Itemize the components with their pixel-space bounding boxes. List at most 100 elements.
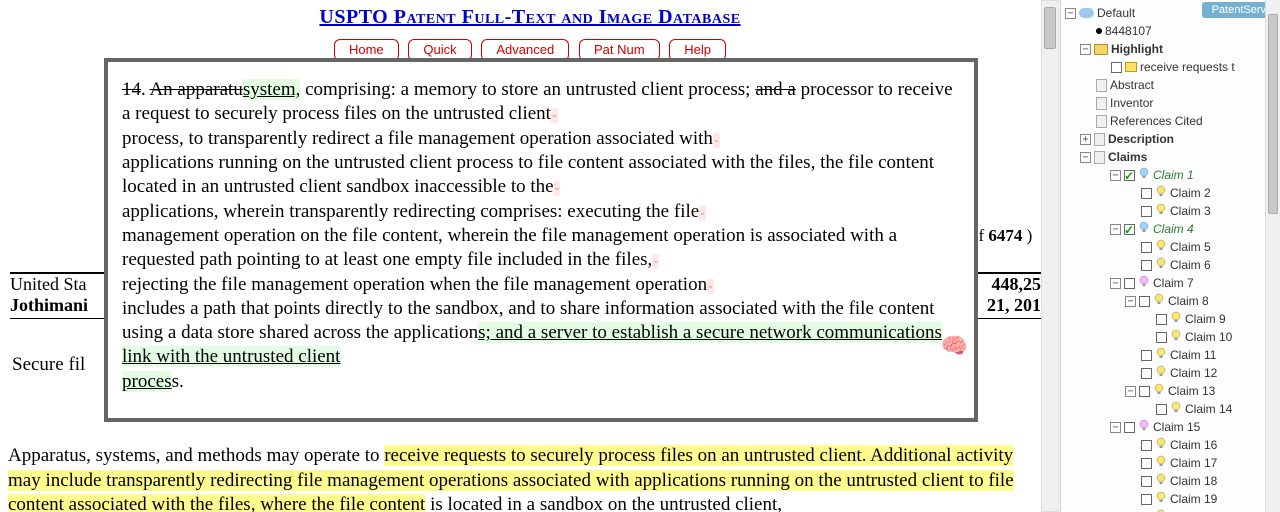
bulb-icon [1155, 346, 1167, 364]
tree-claim-item[interactable]: Claim 16 [1065, 436, 1278, 454]
page-icon [1096, 79, 1107, 92]
bullet-icon [1096, 28, 1102, 34]
tree-claim-item[interactable]: Claim 19 [1065, 490, 1278, 508]
bulb-icon [1155, 472, 1167, 490]
checkbox[interactable] [1141, 476, 1152, 487]
page-icon [1096, 115, 1107, 128]
bulb-icon [1138, 418, 1150, 436]
claim-label: Claim 2 [1170, 184, 1211, 202]
line-marker: - [713, 133, 720, 148]
checkbox[interactable] [1124, 170, 1135, 181]
line-marker: - [554, 181, 561, 196]
tree-claim-item[interactable]: Claim 11 [1065, 346, 1278, 364]
inventor-name: Jothimani [10, 295, 88, 316]
patent-title-partial: Secure fil [12, 354, 85, 376]
tree-claim-item[interactable]: −Claim 13 [1065, 382, 1278, 400]
database-title-link[interactable]: USPTO Patent Full-Text and Image Databas… [8, 6, 1052, 29]
checkbox[interactable] [1141, 188, 1152, 199]
checkbox[interactable] [1139, 296, 1150, 307]
tree-claim-item[interactable]: Claim 10 [1065, 328, 1278, 346]
main-content: USPTO Patent Full-Text and Image Databas… [0, 0, 1060, 512]
tree-claim-item[interactable]: Claim 18 [1065, 472, 1278, 490]
bulb-icon [1138, 220, 1150, 238]
tree-claim-item[interactable]: Claim 9 [1065, 310, 1278, 328]
line-marker: - [551, 108, 558, 123]
tree-claim-item[interactable]: Claim 14 [1065, 400, 1278, 418]
bulb-icon [1155, 184, 1167, 202]
bulb-icon [1155, 508, 1167, 512]
claim-label: Claim 9 [1185, 310, 1226, 328]
claim-label: Claim 12 [1170, 364, 1217, 382]
claim-label: Claim 17 [1170, 454, 1217, 472]
tree-claim-item[interactable]: Claim 17 [1065, 454, 1278, 472]
checkbox[interactable] [1141, 440, 1152, 451]
main-scrollbar[interactable] [1041, 0, 1059, 512]
tree-claim-item[interactable]: Claim 12 [1065, 364, 1278, 382]
checkbox[interactable] [1141, 242, 1152, 253]
checkbox[interactable] [1139, 386, 1150, 397]
checkbox[interactable] [1124, 224, 1135, 235]
tree-claim-item[interactable]: −Claim 1 [1065, 166, 1278, 184]
claim-diff-overlay: 14. An apparatusystem, comprising: a mem… [104, 58, 978, 422]
checkbox[interactable] [1141, 494, 1152, 505]
bulb-icon [1138, 166, 1150, 184]
page-icon [1094, 151, 1105, 164]
tree-highlight-item[interactable]: receive requests t [1065, 58, 1278, 76]
checkbox[interactable] [1156, 314, 1167, 325]
claim-label: Claim 18 [1170, 472, 1217, 490]
claim-label: Claim 19 [1170, 490, 1217, 508]
tree-claim-item[interactable]: Claim 20 [1065, 508, 1278, 512]
checkbox[interactable] [1124, 278, 1135, 289]
tree-abstract[interactable]: Abstract [1065, 76, 1278, 94]
checkbox[interactable] [1141, 368, 1152, 379]
assignee-left: United Sta [10, 274, 87, 295]
inserted-text: system, [243, 79, 301, 100]
strike-text: An apparatu [149, 79, 242, 100]
tree-claim-item[interactable]: −Claim 7 [1065, 274, 1278, 292]
tree-patent-number[interactable]: 8448107 [1065, 22, 1278, 40]
tree-description[interactable]: +Description [1065, 130, 1278, 148]
tree-claim-item[interactable]: Claim 5 [1065, 238, 1278, 256]
tree-claim-item[interactable]: −Claim 8 [1065, 292, 1278, 310]
claim-label: Claim 14 [1185, 400, 1232, 418]
bulb-icon [1155, 436, 1167, 454]
bulb-icon [1155, 364, 1167, 382]
checkbox[interactable] [1141, 458, 1152, 469]
checkbox[interactable] [1141, 206, 1152, 217]
tree-claim-item[interactable]: Claim 3 [1065, 202, 1278, 220]
claim-label: Claim 10 [1185, 328, 1232, 346]
checkbox[interactable] [1156, 332, 1167, 343]
bulb-icon [1138, 274, 1150, 292]
tree-claims[interactable]: −Claims [1065, 148, 1278, 166]
bulb-icon [1170, 328, 1182, 346]
claim-label: Claim 15 [1153, 418, 1200, 436]
side-scrollbar[interactable] [1265, 0, 1280, 512]
tree-claim-item[interactable]: −Claim 4 [1065, 220, 1278, 238]
line-marker: - [707, 279, 714, 294]
tree-highlight[interactable]: −Highlight [1065, 40, 1278, 58]
claim-label: Claim 4 [1153, 220, 1194, 238]
claim-label: Claim 13 [1168, 382, 1215, 400]
page-icon [1096, 97, 1107, 110]
claim-label: Claim 1 [1153, 166, 1194, 184]
tree-claim-item[interactable]: −Claim 15 [1065, 418, 1278, 436]
claim-label: Claim 20 [1170, 508, 1217, 512]
checkbox[interactable] [1141, 260, 1152, 271]
claim-label: Claim 7 [1153, 274, 1194, 292]
checkbox[interactable] [1124, 422, 1135, 433]
bulb-icon [1155, 454, 1167, 472]
claim-label: Claim 6 [1170, 256, 1211, 274]
claim-label: Claim 5 [1170, 238, 1211, 256]
bulb-icon [1155, 256, 1167, 274]
bulb-icon [1170, 310, 1182, 328]
tree-references[interactable]: References Cited [1065, 112, 1278, 130]
tree-claim-item[interactable]: Claim 2 [1065, 184, 1278, 202]
checkbox[interactable] [1141, 350, 1152, 361]
bulb-icon [1170, 400, 1182, 418]
brain-icon[interactable]: 🧠 [941, 332, 968, 360]
bulb-icon [1153, 382, 1165, 400]
checkbox[interactable] [1156, 404, 1167, 415]
tree-claim-item[interactable]: Claim 6 [1065, 256, 1278, 274]
tree-inventor[interactable]: Inventor [1065, 94, 1278, 112]
folder-icon [1094, 44, 1108, 55]
